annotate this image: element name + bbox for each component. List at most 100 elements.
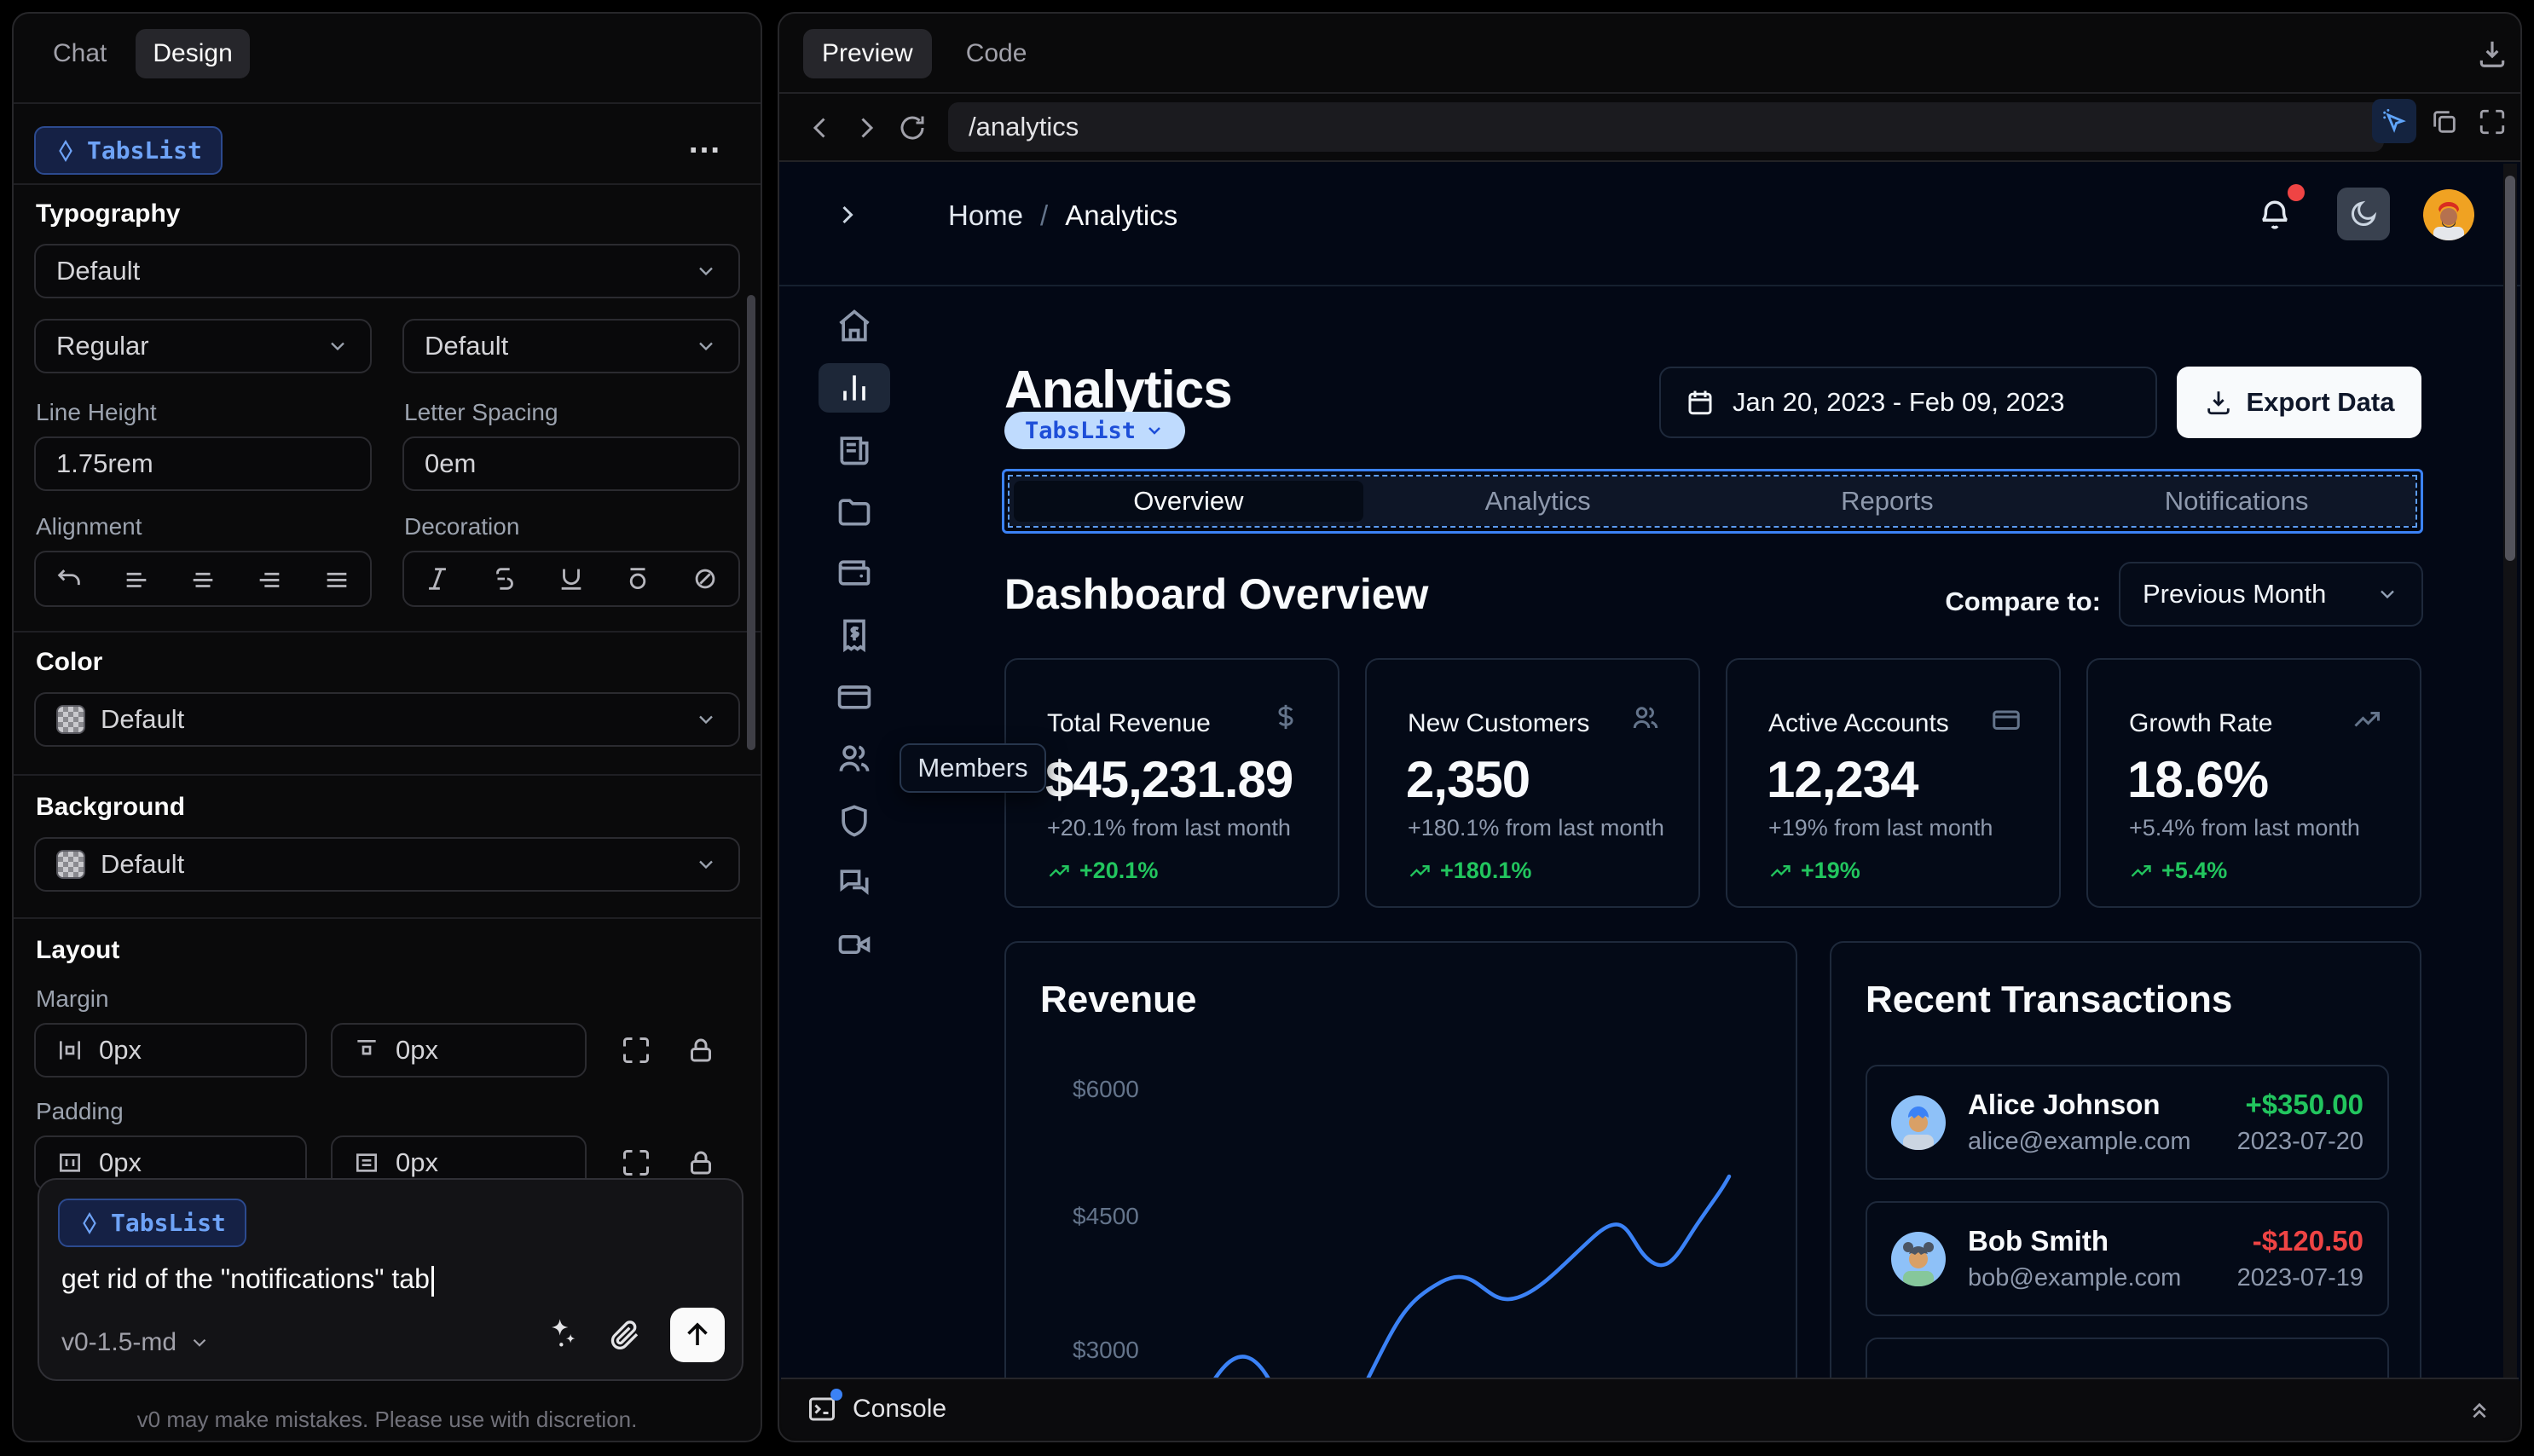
arrow-up-icon	[687, 1322, 708, 1345]
align-center-icon[interactable]	[188, 564, 217, 593]
transaction-amount: +$350.00	[2245, 1089, 2363, 1120]
trend-up-icon	[1409, 864, 1430, 877]
component-pill[interactable]: TabsList	[1004, 412, 1186, 449]
padding-vertical-icon	[356, 1153, 377, 1172]
preview-scrollbar-track[interactable]	[2503, 164, 2517, 1381]
overline-icon[interactable]	[623, 564, 652, 593]
tabs-list: Overview Analytics Reports Notifications	[1010, 477, 2415, 526]
tab-notifications[interactable]: Notifications	[2062, 481, 2411, 522]
disclaimer: v0 may make mistakes. Please use with di…	[136, 1407, 638, 1432]
tab-code[interactable]: Code	[947, 29, 1046, 78]
italic-icon[interactable]	[423, 564, 452, 593]
composer-input[interactable]: get rid of the "notifications" tab	[61, 1263, 720, 1297]
reset-alignment-icon[interactable]	[55, 564, 84, 593]
calendar-icon	[1688, 390, 1712, 415]
copy-button[interactable]	[2430, 107, 2459, 136]
enhance-prompt-button[interactable]	[546, 1316, 580, 1350]
compare-label: Compare to:	[1945, 586, 2101, 616]
diamond-icon	[55, 139, 77, 162]
font-weight-select[interactable]: Regular	[34, 319, 372, 373]
date-range-picker[interactable]: Jan 20, 2023 - Feb 09, 2023	[1659, 367, 2157, 438]
margin-lock-button[interactable]	[686, 1035, 716, 1066]
sidebar-item-news[interactable]	[819, 425, 890, 474]
design-panel-scrollbar[interactable]	[747, 295, 755, 750]
align-right-icon[interactable]	[255, 564, 284, 593]
tab-preview[interactable]: Preview	[803, 29, 932, 78]
line-height-input[interactable]: 1.75rem	[34, 436, 372, 491]
selected-component-badge[interactable]: TabsList	[34, 126, 223, 175]
background-select[interactable]: Default	[34, 837, 740, 892]
font-size-select[interactable]: Default	[402, 319, 740, 373]
select-element-button[interactable]	[2372, 99, 2416, 143]
margin-x-input[interactable]: 0px	[34, 1023, 307, 1078]
sidebar-item-cards[interactable]	[819, 672, 890, 721]
transaction-row-partial	[1866, 1338, 2389, 1381]
sidebar-item-video[interactable]	[819, 920, 890, 969]
decoration-label: Decoration	[404, 513, 520, 540]
letter-spacing-input[interactable]: 0em	[402, 436, 740, 491]
tab-analytics[interactable]: Analytics	[1363, 481, 1713, 522]
back-button[interactable]	[805, 113, 836, 143]
design-panel: Chat Design TabsList … Typography Defaul…	[12, 12, 762, 1442]
sidebar-item-home[interactable]	[819, 301, 890, 350]
console-expand-button[interactable]	[2466, 1395, 2493, 1423]
url-input[interactable]: /analytics	[948, 102, 2384, 152]
sidebar-item-billing[interactable]	[819, 610, 890, 660]
tab-chat[interactable]: Chat	[36, 29, 124, 78]
align-justify-icon[interactable]	[322, 564, 351, 593]
underline-icon[interactable]	[557, 564, 586, 593]
align-left-icon[interactable]	[122, 564, 151, 593]
color-select[interactable]: Default	[34, 692, 740, 747]
chevron-down-icon	[331, 342, 344, 351]
chevron-down-icon	[193, 1338, 206, 1347]
theme-toggle-button[interactable]	[2337, 188, 2390, 240]
breadcrumb-current: Analytics	[1065, 199, 1178, 231]
tab-reports[interactable]: Reports	[1713, 481, 2062, 522]
model-selector[interactable]: v0-1.5-md	[61, 1328, 211, 1357]
send-button[interactable]	[670, 1308, 725, 1362]
users-icon	[1630, 702, 1661, 733]
chat-composer[interactable]: TabsList get rid of the "notifications" …	[38, 1178, 743, 1381]
strikethrough-icon[interactable]	[490, 564, 519, 593]
download-button[interactable]	[2476, 38, 2508, 70]
fullscreen-button[interactable]	[2478, 107, 2507, 136]
margin-y-input[interactable]: 0px	[331, 1023, 587, 1078]
breadcrumb-separator: /	[1040, 199, 1049, 231]
sidebar-item-files[interactable]	[819, 487, 890, 536]
sidebar-item-security[interactable]	[819, 796, 890, 846]
forward-button[interactable]	[851, 113, 882, 143]
sidebar-collapse-button[interactable]	[832, 199, 863, 230]
avatar	[1891, 1095, 1946, 1150]
breadcrumb-home[interactable]: Home	[948, 199, 1023, 232]
transaction-row: Alice Johnson alice@example.com +$350.00…	[1866, 1065, 2389, 1180]
refresh-button[interactable]	[897, 113, 928, 143]
cursor-select-icon	[2383, 108, 2406, 133]
tab-overview[interactable]: Overview	[1014, 481, 1363, 522]
font-family-select[interactable]: Default	[34, 244, 740, 298]
tab-design[interactable]: Design	[136, 29, 250, 78]
sidebar-item-messages[interactable]	[819, 858, 890, 907]
padding-expand-button[interactable]	[621, 1147, 651, 1178]
no-decoration-icon[interactable]	[691, 564, 720, 593]
export-data-button[interactable]: Export Data	[2177, 367, 2421, 438]
notifications-bell-button[interactable]	[2257, 184, 2305, 234]
padding-lock-button[interactable]	[686, 1147, 716, 1178]
sidebar-item-wallet[interactable]	[819, 548, 890, 598]
user-avatar[interactable]	[2423, 189, 2474, 240]
preview-panel: Preview Code /analytics Home / Analytics	[778, 12, 2522, 1442]
moon-icon	[2352, 200, 2377, 226]
transparent-swatch-icon	[56, 850, 85, 879]
console-notification-dot	[830, 1389, 842, 1401]
compare-select[interactable]: Previous Month	[2119, 562, 2423, 627]
chevron-down-icon	[699, 267, 713, 276]
attach-file-button[interactable]	[607, 1318, 641, 1352]
sidebar-item-members[interactable]	[819, 734, 890, 783]
messages-icon	[840, 870, 869, 895]
dollar-icon	[1271, 702, 1300, 731]
console-bar[interactable]: Console	[781, 1378, 2519, 1439]
sidebar-item-analytics[interactable]	[819, 363, 890, 413]
margin-expand-button[interactable]	[621, 1035, 651, 1066]
composer-component-chip[interactable]: TabsList	[58, 1199, 246, 1247]
component-menu-button[interactable]: …	[687, 123, 725, 161]
breadcrumb: Home / Analytics	[948, 199, 1177, 232]
